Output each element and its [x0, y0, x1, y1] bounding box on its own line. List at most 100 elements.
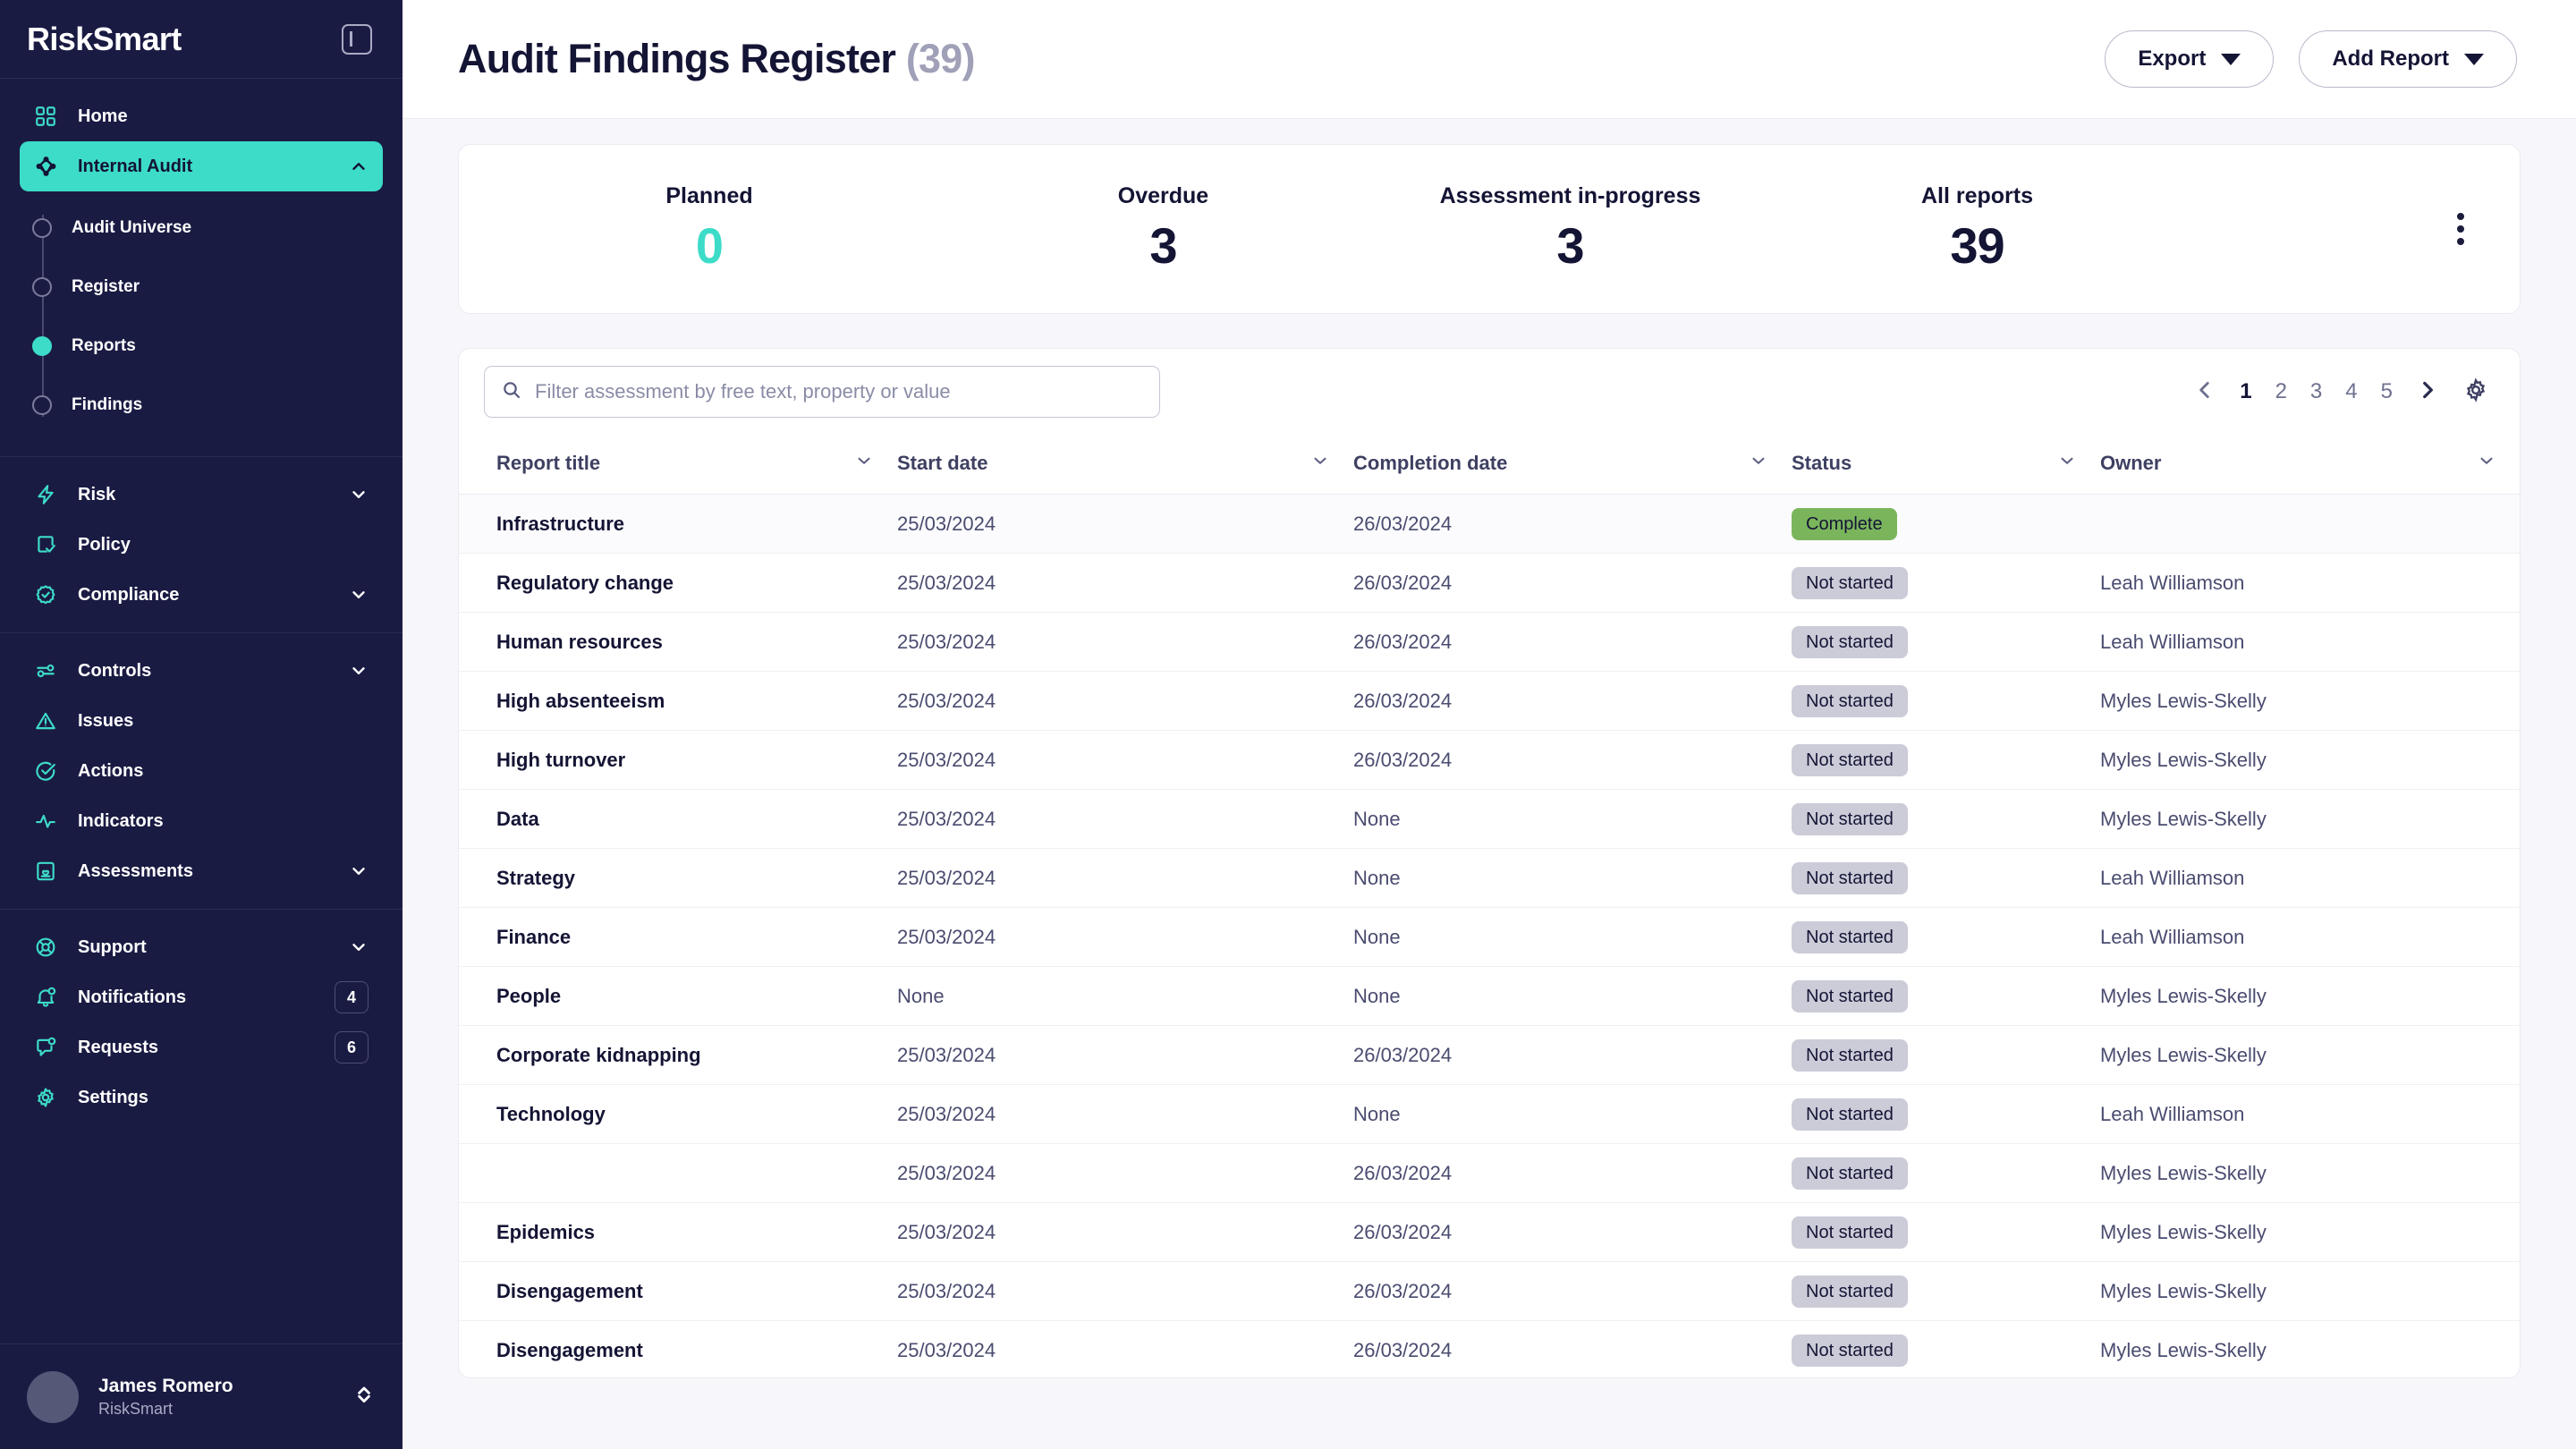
table-row[interactable]: Strategy 25/03/2024 None Not started Leah Wi…: [459, 848, 2520, 908]
column-header-start-date[interactable]: Start date: [897, 435, 1353, 495]
cell-start-date: 25/03/2024: [897, 789, 1353, 849]
cell-report-title[interactable]: Epidemics: [459, 1202, 897, 1262]
kebab-menu-icon[interactable]: [2457, 213, 2464, 245]
search-input[interactable]: [535, 380, 1143, 403]
table-row[interactable]: Finance 25/03/2024 None Not started Leah Wil…: [459, 907, 2520, 967]
sidebar-item-register[interactable]: Register: [0, 258, 402, 317]
pagination-page-4[interactable]: 4: [2345, 379, 2357, 404]
cell-report-title[interactable]: Strategy: [459, 848, 897, 908]
add-report-button[interactable]: Add Report: [2299, 30, 2517, 88]
chevron-down-icon[interactable]: [854, 451, 874, 476]
cell-status: Not started: [1792, 553, 2100, 613]
cell-report-title[interactable]: Technology: [459, 1084, 897, 1144]
pagination-page-3[interactable]: 3: [2310, 379, 2322, 404]
cell-report-title[interactable]: Corporate kidnapping: [459, 1025, 897, 1085]
stat-assessment-in-progress[interactable]: Assessment in-progress 3: [1367, 183, 1774, 275]
cell-report-title[interactable]: Finance: [459, 907, 897, 967]
column-header-status[interactable]: Status: [1792, 435, 2100, 495]
column-header-report-title[interactable]: Report title: [459, 435, 897, 495]
sidebar-item-notifications[interactable]: Notifications 4: [20, 972, 383, 1022]
chevron-down-icon[interactable]: [2477, 451, 2496, 476]
table-settings-gear-icon[interactable]: [2462, 377, 2489, 408]
stats-card: Planned 0 Overdue 3 Assessment in-progre…: [458, 144, 2521, 314]
cell-report-title[interactable]: Infrastructure: [459, 494, 897, 554]
table-row[interactable]: Human resources 25/03/2024 26/03/2024 Not s…: [459, 612, 2520, 672]
column-header-completion-date[interactable]: Completion date: [1353, 435, 1792, 495]
stat-all-reports[interactable]: All reports 39: [1774, 183, 2181, 275]
sidebar-item-assessments[interactable]: Assessments: [20, 846, 383, 896]
table-row[interactable]: Corporate kidnapping 25/03/2024 26/03/2024…: [459, 1025, 2520, 1085]
cell-status: Not started: [1792, 1143, 2100, 1203]
pagination-prev-button[interactable]: [2193, 378, 2216, 406]
sidebar-item-actions[interactable]: Actions: [20, 746, 383, 796]
chevron-down-icon[interactable]: [349, 937, 369, 957]
table-row[interactable]: Epidemics 25/03/2024 26/03/2024 Not started…: [459, 1202, 2520, 1262]
pagination-next-button[interactable]: [2416, 378, 2439, 406]
search-box[interactable]: [484, 366, 1160, 418]
cell-report-title[interactable]: High absenteeism: [459, 671, 897, 731]
sidebar-item-support[interactable]: Support: [20, 922, 383, 972]
sidebar-item-risk[interactable]: Risk: [20, 470, 383, 520]
cell-status: Not started: [1792, 907, 2100, 967]
sidebar-item-requests[interactable]: Requests 6: [20, 1022, 383, 1072]
cell-status: Not started: [1792, 789, 2100, 849]
status-badge: Not started: [1792, 1275, 1908, 1308]
chevron-down-icon[interactable]: [349, 861, 369, 881]
sidebar-item-settings[interactable]: Settings: [20, 1072, 383, 1123]
sidebar-item-audit-universe[interactable]: Audit Universe: [0, 199, 402, 258]
stat-value: 3: [1149, 217, 1177, 274]
cell-start-date: 25/03/2024: [897, 1261, 1353, 1321]
table-row[interactable]: Disengagement 25/03/2024 26/03/2024 Not sta…: [459, 1320, 2520, 1377]
cell-report-title[interactable]: Disengagement: [459, 1320, 897, 1377]
table-row[interactable]: High absenteeism 25/03/2024 26/03/2024 Not …: [459, 671, 2520, 731]
sidebar-item-indicators[interactable]: Indicators: [20, 796, 383, 846]
table-row[interactable]: Technology 25/03/2024 None Not started Leah …: [459, 1084, 2520, 1144]
chevron-up-down-icon[interactable]: [352, 1383, 376, 1411]
chevron-down-icon[interactable]: [1310, 451, 1330, 476]
table-row[interactable]: High turnover 25/03/2024 26/03/2024 Not sta…: [459, 730, 2520, 790]
pagination-page-1[interactable]: 1: [2240, 379, 2251, 404]
table-row[interactable]: Disengagement 25/03/2024 26/03/2024 Not sta…: [459, 1261, 2520, 1321]
sidebar-item-reports[interactable]: Reports: [0, 317, 402, 376]
export-button[interactable]: Export: [2105, 30, 2275, 88]
sidebar-item-policy[interactable]: Policy: [20, 520, 383, 570]
sidebar-item-home[interactable]: Home: [20, 91, 383, 141]
user-profile[interactable]: James Romero RiskSmart: [0, 1343, 402, 1449]
table-row[interactable]: Data 25/03/2024 None Not started Myles Lewis…: [459, 789, 2520, 849]
chevron-down-icon[interactable]: [349, 485, 369, 504]
table-row[interactable]: 25/03/2024 26/03/2024 Not started Myles Lew…: [459, 1143, 2520, 1203]
cell-report-title[interactable]: [459, 1143, 897, 1203]
chevron-down-icon[interactable]: [349, 661, 369, 681]
sidebar-item-issues[interactable]: Issues: [20, 696, 383, 746]
stat-overdue[interactable]: Overdue 3: [960, 183, 1367, 275]
table-toolbar: 1 2 3 4 5: [459, 349, 2520, 435]
table-row[interactable]: People None None Not started Myles Lewis-Ske…: [459, 966, 2520, 1026]
cell-report-title[interactable]: High turnover: [459, 730, 897, 790]
sidebar-item-compliance[interactable]: Compliance: [20, 570, 383, 620]
chevron-up-icon[interactable]: [349, 157, 369, 176]
sidebar-item-findings[interactable]: Findings: [0, 376, 402, 435]
cell-report-title[interactable]: People: [459, 966, 897, 1026]
table-header-row: Report title Start date Completion date …: [459, 435, 2520, 495]
sidebar-item-controls[interactable]: Controls: [20, 646, 383, 696]
sidebar-item-internal-audit[interactable]: Internal Audit: [20, 141, 383, 191]
cell-report-title[interactable]: Human resources: [459, 612, 897, 672]
pagination-page-5[interactable]: 5: [2381, 379, 2393, 404]
cell-report-title[interactable]: Data: [459, 789, 897, 849]
chevron-down-icon[interactable]: [349, 585, 369, 605]
cell-report-title[interactable]: Regulatory change: [459, 553, 897, 613]
sidebar-item-label: Notifications: [78, 987, 187, 1007]
stat-value: 3: [1556, 217, 1584, 274]
chevron-down-icon[interactable]: [1749, 451, 1768, 476]
panel-collapse-icon[interactable]: [342, 23, 372, 55]
cell-owner: Leah Williamson: [2100, 612, 2520, 672]
cell-start-date: 25/03/2024: [897, 1084, 1353, 1144]
cell-report-title[interactable]: Disengagement: [459, 1261, 897, 1321]
column-header-owner[interactable]: Owner: [2100, 435, 2520, 495]
pagination-page-2[interactable]: 2: [2275, 379, 2287, 404]
table-row[interactable]: Regulatory change 25/03/2024 26/03/2024 Not…: [459, 553, 2520, 613]
stat-planned[interactable]: Planned 0: [459, 183, 960, 275]
status-badge: Not started: [1792, 802, 1908, 835]
chevron-down-icon[interactable]: [2057, 451, 2077, 476]
table-row[interactable]: Infrastructure 25/03/2024 26/03/2024 Comple…: [459, 494, 2520, 554]
